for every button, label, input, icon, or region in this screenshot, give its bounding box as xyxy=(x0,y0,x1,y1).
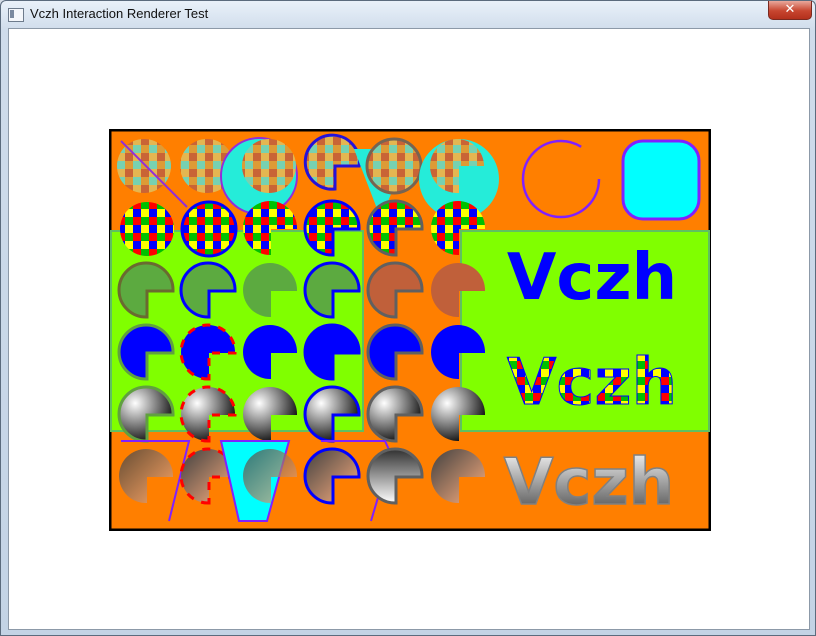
rounded-rect xyxy=(621,139,701,221)
render-canvas: Vczh Vczh Vczh xyxy=(109,129,711,531)
vczh-text-solid: Vczh xyxy=(507,241,677,315)
app-window: Vczh Interaction Renderer Test ✕ Vczh Vc… xyxy=(0,0,816,636)
title-bar[interactable]: Vczh Interaction Renderer Test ✕ xyxy=(1,1,815,28)
close-button[interactable]: ✕ xyxy=(768,1,812,20)
vczh-text-gradient: Vczh xyxy=(504,446,674,520)
client-area: Vczh Vczh Vczh xyxy=(8,28,810,630)
vczh-text-pattern: Vczh xyxy=(507,346,677,420)
window-icon xyxy=(8,8,24,22)
window-title: Vczh Interaction Renderer Test xyxy=(30,6,209,21)
